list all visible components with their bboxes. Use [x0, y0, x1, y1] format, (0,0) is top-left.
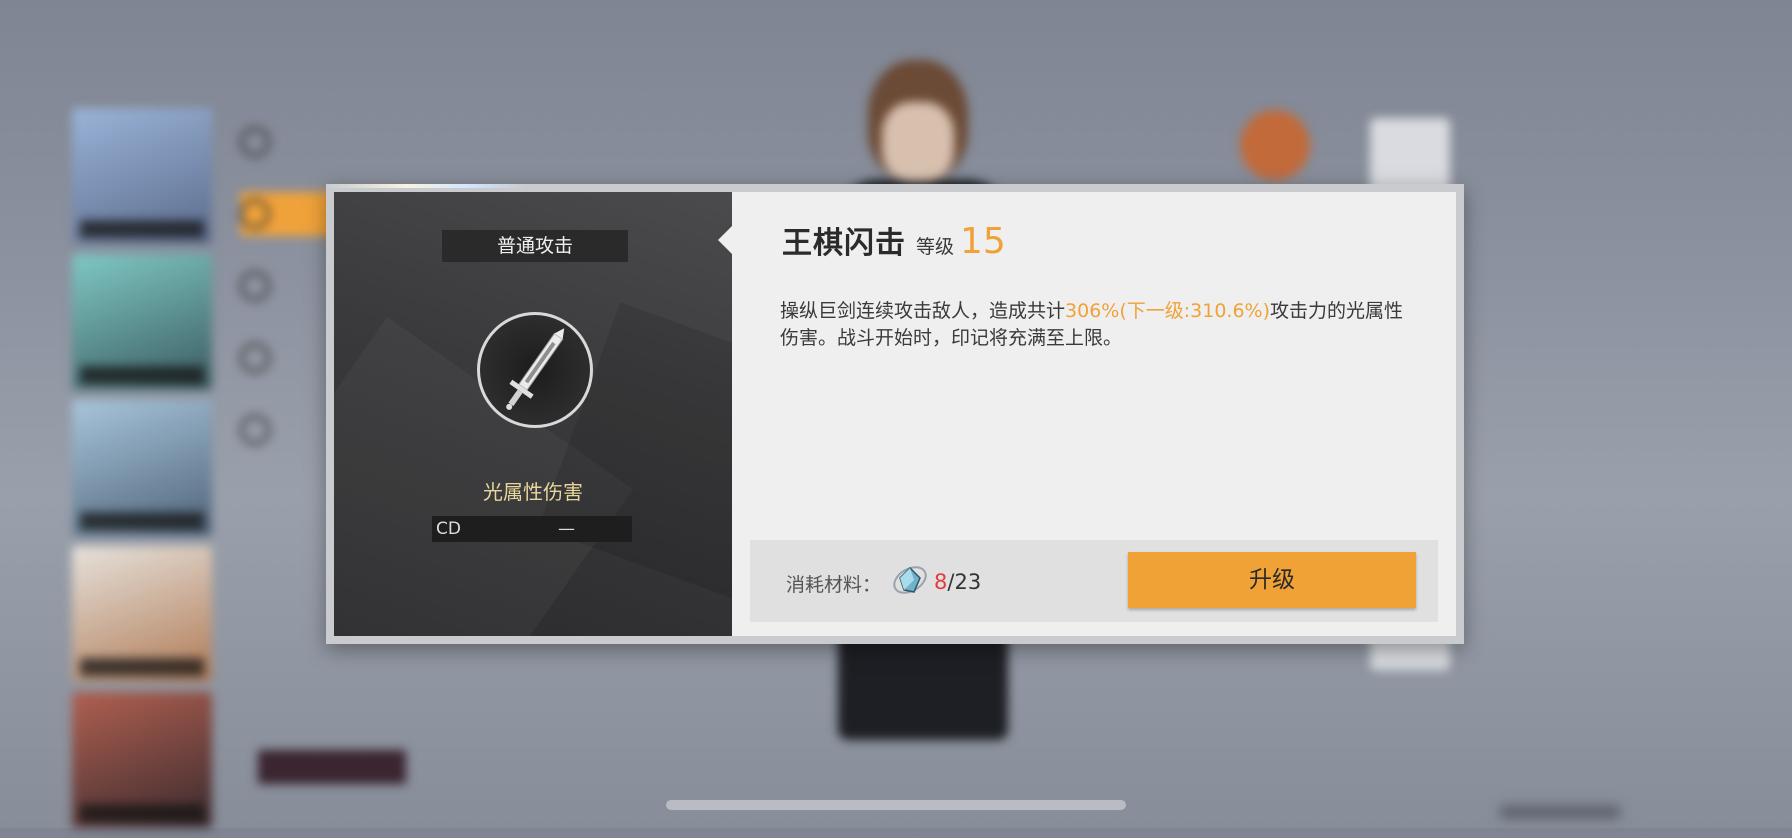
description-highlight: 306%(下一级:310.6%) — [1065, 300, 1271, 322]
character-roster — [72, 108, 212, 838]
panel-pointer — [718, 226, 732, 254]
character-portrait — [72, 400, 212, 536]
crystal-material-icon[interactable] — [890, 560, 930, 600]
emblem-icon — [1240, 110, 1310, 180]
damage-type-label: 光属性伤害 — [483, 480, 583, 504]
description-text: 操纵巨剑连续攻击敌人，造成共计 — [780, 300, 1066, 322]
skill-info-panel: 王棋闪击 等级 15 操纵巨剑连续攻击敌人，造成共计306%(下一级:310.6… — [732, 192, 1456, 636]
skill-title-row: 王棋闪击 等级 15 — [782, 218, 1006, 262]
skill-name: 王棋闪击 — [782, 226, 906, 261]
skill-description: 操纵巨剑连续攻击敌人，造成共计306%(下一级:310.6%)攻击力的光属性伤害… — [780, 298, 1420, 352]
uid-text — [1500, 805, 1620, 819]
character-portrait — [72, 692, 212, 828]
upgrade-button[interactable]: 升级 — [1128, 552, 1416, 608]
dialog-shine — [326, 184, 526, 188]
materials-label: 消耗材料： — [786, 574, 882, 596]
materials-need: 23 — [954, 570, 982, 594]
skill-type-label: 普通攻击 — [442, 230, 628, 262]
materials-have: 8 — [934, 570, 948, 594]
cd-label: CD — [436, 519, 461, 539]
cooldown-bar: CD — — [432, 516, 632, 542]
level-label: 等级 — [916, 236, 955, 258]
greatsword-icon — [477, 312, 593, 428]
character-portrait — [72, 254, 212, 390]
character-portrait — [72, 108, 212, 244]
level-value: 15 — [960, 221, 1006, 262]
menu-item — [240, 120, 390, 164]
cd-value: — — [558, 519, 575, 539]
materials-count: 8/23 — [934, 570, 981, 594]
character-portrait — [72, 546, 212, 682]
home-indicator[interactable] — [666, 800, 1126, 810]
skill-detail-dialog: 普通攻击 光属性伤害 CD — 王棋闪击 等级 15 操纵巨剑连续攻击敌人，造成… — [326, 184, 1464, 644]
all-filter-button — [258, 750, 406, 784]
skill-panel: 普通攻击 光属性伤害 CD — — [334, 192, 732, 636]
upgrade-bar: 消耗材料： 8/23 升级 — [750, 540, 1438, 622]
